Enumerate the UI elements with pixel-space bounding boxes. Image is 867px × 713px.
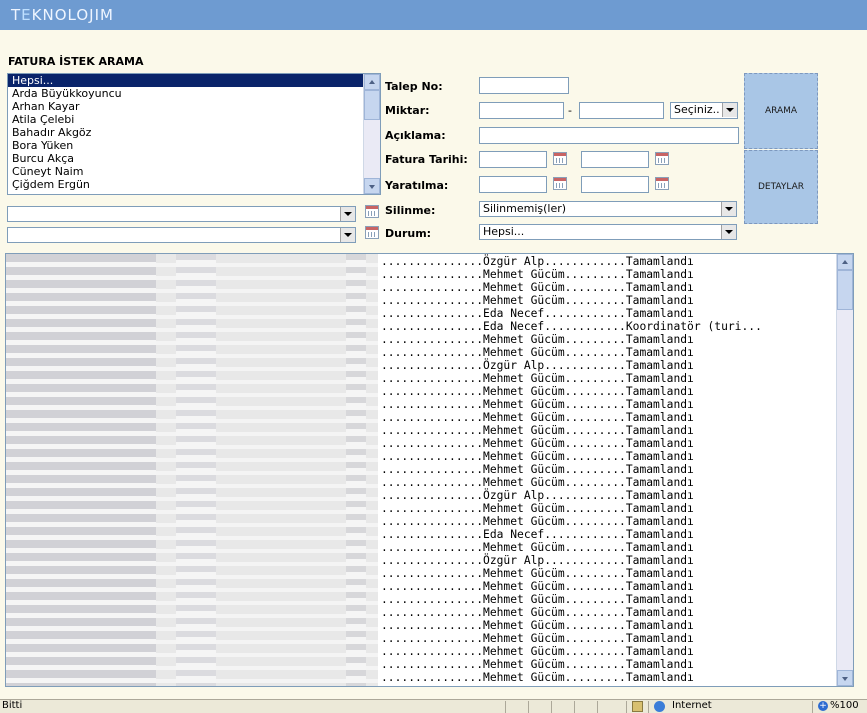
calendar-icon[interactable] [365, 226, 379, 239]
list-item[interactable]: Cüneyt Naim [8, 165, 380, 178]
list-item[interactable]: Arda Büyükkoyuncu [8, 87, 380, 100]
globe-icon [654, 701, 665, 712]
table-row[interactable]: ...............Özgür Alp............Tama… [381, 489, 762, 502]
miktar-unit-select[interactable]: Seçiniz.. [670, 102, 738, 119]
table-row[interactable]: ...............Mehmet Gücüm.........Tama… [381, 606, 762, 619]
list-item[interactable]: Burcu Akça [8, 152, 380, 165]
table-row[interactable]: ...............Mehmet Gücüm.........Tama… [381, 411, 762, 424]
chevron-down-icon[interactable] [340, 228, 355, 242]
chevron-down-icon[interactable] [721, 225, 736, 239]
table-row[interactable]: ...............Mehmet Gücüm.........Tama… [381, 541, 762, 554]
zoom-level[interactable]: %100 [830, 700, 859, 711]
security-zone: Internet [672, 700, 712, 711]
table-row[interactable]: ...............Mehmet Gücüm.........Tama… [381, 346, 762, 359]
table-row[interactable]: ...............Mehmet Gücüm.........Tama… [381, 658, 762, 671]
silinme-select[interactable]: Silinmemiş(ler) [479, 201, 737, 217]
durum-label: Durum: [385, 227, 432, 240]
list-item[interactable]: Çiğdem Ergün [8, 178, 380, 191]
calendar-icon[interactable] [655, 152, 669, 165]
scroll-thumb[interactable] [837, 270, 853, 310]
table-row[interactable]: ...............Mehmet Gücüm.........Tama… [381, 476, 762, 489]
fatura-tarihi-end-input[interactable] [581, 151, 649, 168]
table-row[interactable]: ...............Eda Necef............Tama… [381, 528, 762, 541]
scroll-down-icon[interactable] [837, 670, 853, 686]
calendar-icon[interactable] [553, 152, 567, 165]
table-row[interactable]: ...............Mehmet Gücüm.........Tama… [381, 385, 762, 398]
app-header: TEKNOLOJIM [0, 0, 867, 30]
table-row[interactable]: ...............Mehmet Gücüm.........Tama… [381, 268, 762, 281]
scroll-up-icon[interactable] [364, 74, 380, 90]
table-row[interactable]: ...............Mehmet Gücüm.........Tama… [381, 515, 762, 528]
table-row[interactable]: ...............Mehmet Gücüm.........Tama… [381, 424, 762, 437]
table-row[interactable]: ...............Mehmet Gücüm.........Tama… [381, 372, 762, 385]
list-item[interactable]: Bahadır Akgöz [8, 126, 380, 139]
table-row[interactable]: ...............Mehmet Gücüm.........Tama… [381, 437, 762, 450]
table-row[interactable]: ...............Mehmet Gücüm.........Tama… [381, 645, 762, 658]
table-row[interactable]: ...............Mehmet Gücüm.........Tama… [381, 593, 762, 606]
list-item[interactable]: Arhan Kayar [8, 100, 380, 113]
status-bar: Bitti Internet + %100 [0, 699, 867, 713]
miktar-min-input[interactable] [479, 102, 564, 119]
aciklama-input[interactable] [479, 127, 739, 144]
results-list[interactable]: ...............Özgür Alp............Tama… [5, 253, 854, 687]
scroll-down-icon[interactable] [364, 178, 380, 194]
table-row[interactable]: ...............Mehmet Gücüm.........Tama… [381, 294, 762, 307]
table-row[interactable]: ...............Mehmet Gücüm.........Tama… [381, 502, 762, 515]
talep-no-label: Talep No: [385, 80, 443, 93]
miktar-max-input[interactable] [579, 102, 664, 119]
yaratilma-end-input[interactable] [581, 176, 649, 193]
chevron-down-icon[interactable] [721, 202, 736, 216]
table-row[interactable]: ...............Mehmet Gücüm.........Tama… [381, 580, 762, 593]
table-row[interactable]: ...............Mehmet Gücüm.........Tama… [381, 671, 762, 684]
results-scrollbar[interactable] [836, 254, 853, 686]
talep-no-input[interactable] [479, 77, 569, 94]
list-item[interactable]: Hepsi... [8, 74, 380, 87]
aciklama-label: Açıklama: [385, 129, 446, 142]
yaratilma-start-input[interactable] [479, 176, 547, 193]
obscured-columns [6, 254, 378, 686]
person-listbox[interactable]: Hepsi... Arda Büyükkoyuncu Arhan Kayar Atil… [7, 73, 381, 195]
page-title: FATURA İSTEK ARAMA [8, 55, 144, 68]
chevron-down-icon[interactable] [722, 103, 737, 117]
table-row[interactable]: ...............Eda Necef............Koor… [381, 320, 762, 333]
left-filter-select-2[interactable] [7, 227, 356, 243]
table-row[interactable]: ...............Özgür Alp............Tama… [381, 255, 762, 268]
table-row[interactable]: ...............Özgür Alp............Tama… [381, 554, 762, 567]
table-row[interactable]: ...............Mehmet Gücüm.........Tama… [381, 567, 762, 580]
table-row[interactable]: ...............Özgür Alp............Tama… [381, 359, 762, 372]
left-filter-select-1[interactable] [7, 206, 356, 222]
silinme-label: Silinme: [385, 204, 436, 217]
details-button[interactable]: DETAYLAR [744, 150, 818, 224]
table-row[interactable]: ...............Mehmet Gücüm.........Tama… [381, 398, 762, 411]
table-row[interactable]: ...............Mehmet Gücüm.........Tama… [381, 463, 762, 476]
security-icon [632, 701, 643, 712]
table-row[interactable]: ...............Mehmet Gücüm.........Tama… [381, 632, 762, 645]
zoom-icon[interactable]: + [818, 701, 828, 711]
fatura-tarihi-start-input[interactable] [479, 151, 547, 168]
scroll-up-icon[interactable] [837, 254, 853, 270]
chevron-down-icon[interactable] [340, 207, 355, 221]
miktar-label: Miktar: [385, 104, 430, 117]
calendar-icon[interactable] [365, 205, 379, 218]
calendar-icon[interactable] [655, 177, 669, 190]
status-text: Bitti [2, 700, 23, 711]
durum-select[interactable]: Hepsi... [479, 224, 737, 240]
miktar-dash: - [568, 104, 572, 117]
scroll-thumb[interactable] [364, 90, 380, 120]
yaratilma-label: Yaratılma: [385, 179, 449, 192]
list-item[interactable]: Atila Çelebi [8, 113, 380, 126]
table-row[interactable]: ...............Eda Necef............Tama… [381, 307, 762, 320]
table-row[interactable]: ...............Mehmet Gücüm.........Tama… [381, 619, 762, 632]
list-item[interactable]: Bora Yüken [8, 139, 380, 152]
fatura-tarihi-label: Fatura Tarihi: [385, 153, 468, 166]
calendar-icon[interactable] [553, 177, 567, 190]
search-button[interactable]: ARAMA [744, 73, 818, 149]
listbox-scrollbar[interactable] [363, 74, 380, 194]
table-row[interactable]: ...............Mehmet Gücüm.........Tama… [381, 333, 762, 346]
table-row[interactable]: ...............Mehmet Gücüm.........Tama… [381, 450, 762, 463]
logo: TEKNOLOJIM [11, 6, 114, 24]
table-row[interactable]: ...............Mehmet Gücüm.........Tama… [381, 281, 762, 294]
